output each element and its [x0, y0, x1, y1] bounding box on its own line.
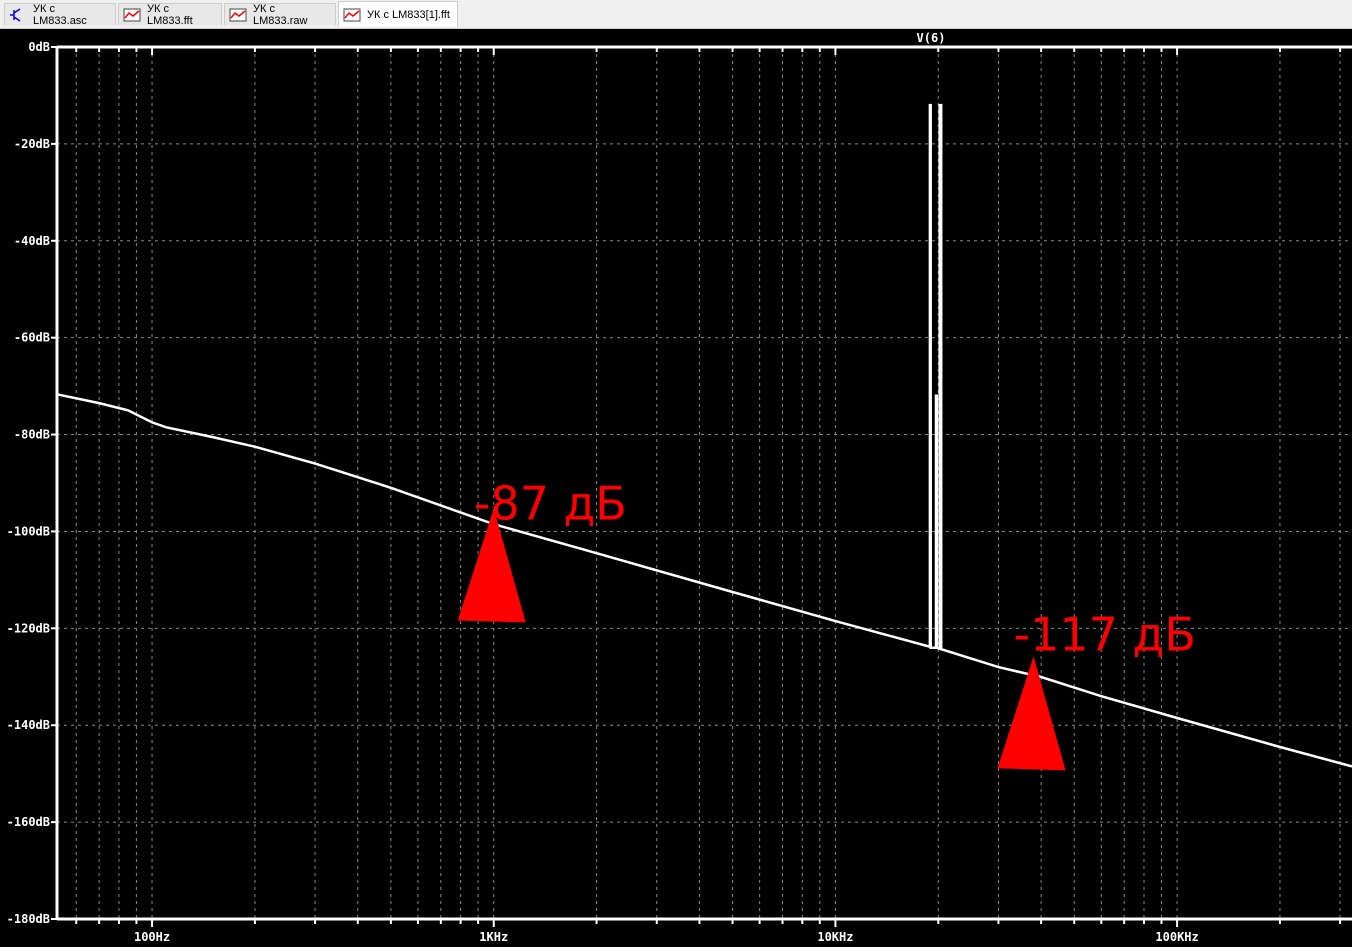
- tab-2[interactable]: УК с LM833.raw: [224, 2, 336, 27]
- annotation-label: -117 дБ: [1014, 607, 1196, 661]
- y-tick-label: 0dB: [28, 40, 50, 54]
- y-tick-label: -80dB: [14, 428, 50, 442]
- y-tick-label: -120dB: [7, 621, 50, 635]
- y-tick-label: -40dB: [14, 234, 50, 248]
- y-tick-label: -180dB: [7, 912, 50, 926]
- y-tick-label: -20dB: [14, 137, 50, 151]
- waveform-icon: [229, 8, 247, 22]
- waveform-icon: [123, 8, 141, 22]
- series-line-V(6): [56, 103, 1352, 768]
- tab-label: УК с LM833.asc: [33, 2, 87, 27]
- chart-title: V(6): [917, 31, 946, 45]
- annotation-arrow: [997, 656, 1066, 771]
- x-tick-label: 100Hz: [134, 930, 170, 944]
- x-tick-label: 10KHz: [817, 930, 853, 944]
- y-tick-label: -140dB: [7, 718, 50, 732]
- tab-label: УК с LM833.raw: [253, 2, 308, 27]
- y-tick-label: -100dB: [7, 524, 50, 538]
- y-tick-label: -60dB: [14, 331, 50, 345]
- tab-0[interactable]: УК с LM833.asc: [4, 2, 116, 27]
- tab-bar: УК с LM833.asc УК с LM833.fft УК с LM833.r…: [0, 0, 1352, 29]
- waveform-icon: [343, 8, 361, 22]
- x-tick-label: 100KHz: [1155, 930, 1198, 944]
- tab-1[interactable]: УК с LM833.fft: [118, 2, 222, 27]
- x-tick-label: 1KHz: [479, 930, 508, 944]
- tab-label: УК с LM833.fft: [147, 2, 193, 27]
- tab-3[interactable]: УК с LM833[1].fft: [338, 1, 458, 27]
- schematic-icon: [9, 7, 27, 22]
- fft-plot: 0dB -20dB -40dB -60dB -80dB -100dB -120dB -140d…: [7, 31, 1352, 944]
- tab-label: УК с LM833[1].fft: [367, 8, 450, 21]
- y-tick-label: -160dB: [7, 815, 50, 829]
